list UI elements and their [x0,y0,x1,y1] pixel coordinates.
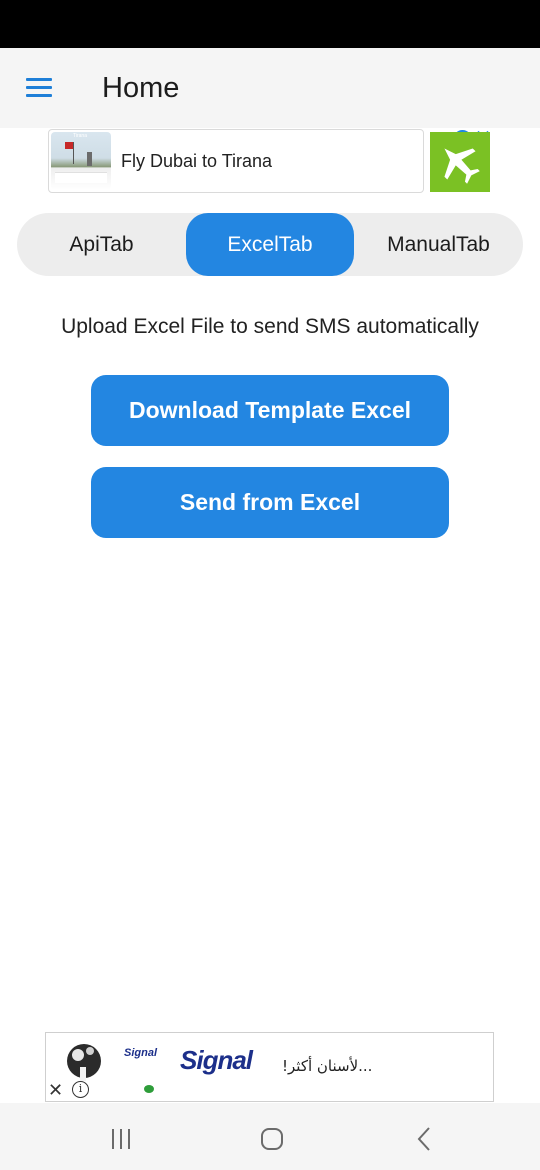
tab-manual[interactable]: ManualTab [354,213,523,276]
hamburger-menu-icon[interactable] [26,78,52,98]
tab-api[interactable]: ApiTab [17,213,186,276]
home-icon[interactable] [252,1119,292,1159]
ad-product-image [67,1044,101,1081]
send-from-excel-button[interactable]: Send from Excel [91,467,449,538]
page-title: Home [102,72,180,104]
ad-thumbnail-image: Tirana [51,132,111,190]
top-ad-banner[interactable]: Tirana Fly Dubai to Tirana [48,129,424,193]
app-bar: Home [0,48,540,128]
ad-thumbnail-caption: Tirana [73,133,87,139]
system-nav-bar [0,1103,540,1170]
ad-brand-small: Signal [124,1047,158,1059]
tab-excel[interactable]: ExcelTab [186,213,354,276]
ad-headline: Fly Dubai to Tirana [121,151,273,171]
download-template-button[interactable]: Download Template Excel [91,375,449,446]
close-icon[interactable]: ✕ [48,1081,63,1099]
recents-icon[interactable] [101,1119,141,1159]
info-icon[interactable]: i [72,1081,89,1098]
ad-cta-button[interactable] [430,132,490,192]
ad-brand-dot [144,1085,154,1093]
tab-bar: ApiTab ExcelTab ManualTab [17,213,523,276]
upload-description: Upload Excel File to send SMS automatica… [61,315,479,338]
bottom-ad-banner[interactable]: Signal Signal ...لأسنان أكثر! ✕ i [45,1032,494,1102]
airplane-icon [444,148,480,184]
ad-tagline: ...لأسنان أكثر! [282,1057,373,1075]
back-icon[interactable] [404,1119,444,1159]
status-bar [0,0,540,48]
ad-brand-logo: Signal [180,1045,253,1075]
